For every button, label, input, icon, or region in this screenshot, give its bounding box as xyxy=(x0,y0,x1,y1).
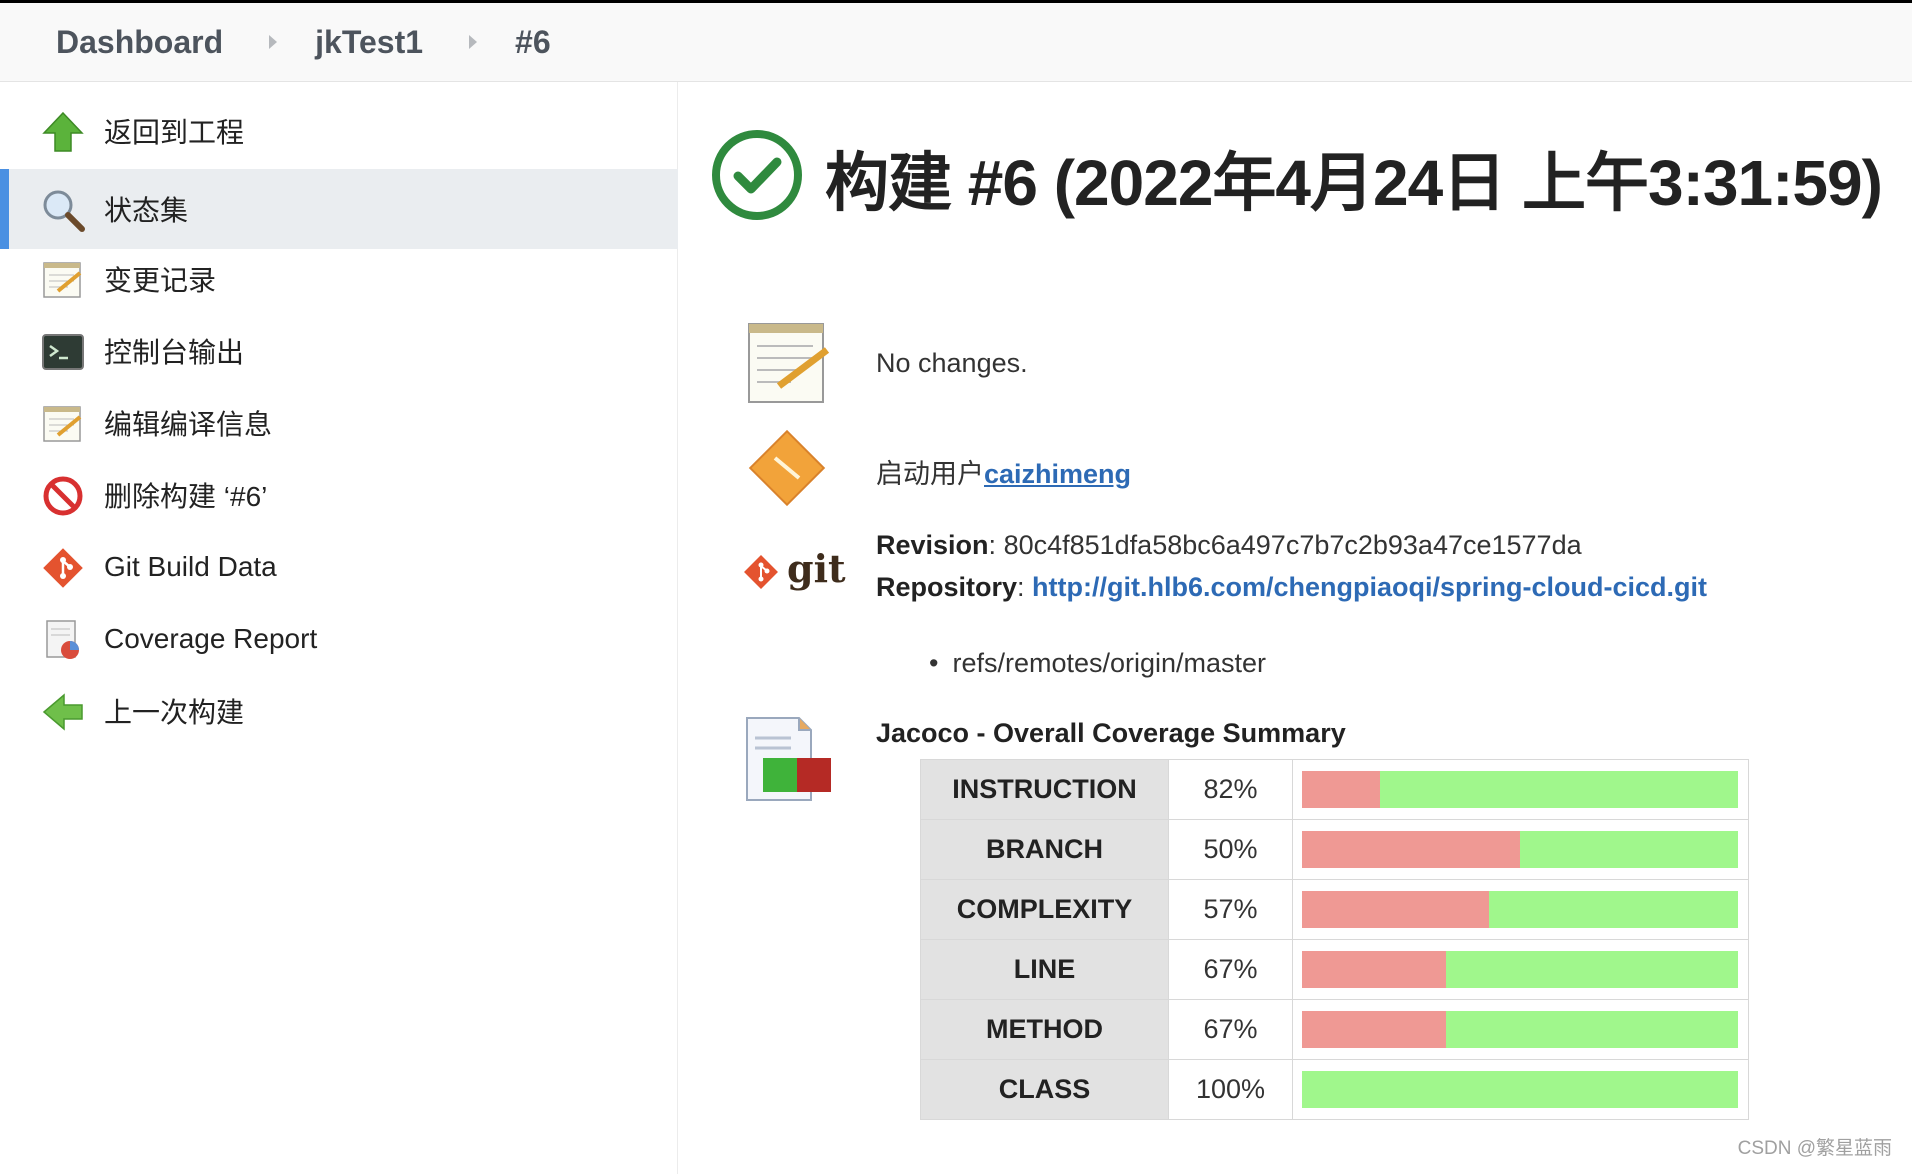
sidebar-item-delete-build[interactable]: 删除构建 ‘#6’ xyxy=(0,455,678,535)
changes-text: No changes. xyxy=(876,348,1028,378)
coverage-row: COMPLEXITY 57% xyxy=(920,879,1749,940)
git-revision: Revision: 80c4f851dfa58bc6a497c7b7c2b93a… xyxy=(876,530,1582,560)
jacoco-title: Jacoco - Overall Coverage Summary xyxy=(876,718,1346,748)
git-icon xyxy=(43,548,83,588)
coverage-bar-cell xyxy=(1292,999,1749,1060)
repository-label: Repository xyxy=(876,572,1018,602)
coverage-metric: COMPLEXITY xyxy=(920,879,1169,940)
coverage-bar xyxy=(1302,891,1738,928)
no-entry-icon xyxy=(43,476,83,516)
sidebar-item-label: 状态集 xyxy=(104,195,189,226)
sidebar-item-console-output[interactable]: 控制台输出 xyxy=(0,311,678,391)
coverage-bar-cell xyxy=(1292,879,1749,940)
left-arrow-icon xyxy=(42,693,83,731)
coverage-percent: 67% xyxy=(1168,939,1293,1000)
coverage-row: METHOD 67% xyxy=(920,999,1749,1060)
coverage-percent: 67% xyxy=(1168,999,1293,1060)
coverage-table: INSTRUCTION 82% BRANCH 50% COMPLEXITY 57% LINE… xyxy=(920,759,1749,1120)
coverage-percent: 82% xyxy=(1168,759,1293,820)
notepad-icon xyxy=(748,323,830,403)
coverage-bar-cell xyxy=(1292,759,1749,820)
breadcrumb-job[interactable]: jkTest1 xyxy=(315,24,423,61)
user-cause-icon xyxy=(748,429,826,507)
sidebar-item-coverage-report[interactable]: Coverage Report xyxy=(0,599,678,679)
sidebar-item-label: 控制台输出 xyxy=(104,337,245,368)
sidebar-item-label: 变更记录 xyxy=(104,265,217,296)
coverage-percent: 57% xyxy=(1168,879,1293,940)
sidebar-item-edit-build-info[interactable]: 编辑编译信息 xyxy=(0,383,678,463)
sidebar-item-status[interactable]: 状态集 xyxy=(0,169,678,249)
sidebar-item-back-to-project[interactable]: 返回到工程 xyxy=(0,91,678,171)
breadcrumb-dashboard[interactable]: Dashboard xyxy=(56,24,223,61)
sidebar: 返回到工程 状态集 变更记录 控制台输出 编辑编译信息 删除构建 ‘#6’ Gi… xyxy=(0,82,678,1174)
breadcrumb-build[interactable]: #6 xyxy=(515,24,551,61)
breadcrumb-separator-icon xyxy=(469,35,478,49)
coverage-metric: METHOD xyxy=(920,999,1169,1060)
coverage-percent: 50% xyxy=(1168,819,1293,880)
coverage-metric: LINE xyxy=(920,939,1169,1000)
coverage-bar-cell xyxy=(1292,1059,1749,1120)
revision-value: 80c4f851dfa58bc6a497c7b7c2b93a47ce1577da xyxy=(1003,530,1582,560)
revision-label: Revision xyxy=(876,530,989,560)
git-logo-text: git xyxy=(787,546,846,591)
git-logo: git xyxy=(741,542,846,602)
branch-list-item: refs/remotes/origin/master xyxy=(929,648,1266,679)
coverage-metric: INSTRUCTION xyxy=(920,759,1169,820)
coverage-bar-missed xyxy=(1302,771,1381,808)
sidebar-item-label: 上一次构建 xyxy=(104,697,245,728)
started-by: 启动用户caizhimeng xyxy=(876,452,1131,491)
build-main: 构建 #6 (2022年4月24日 上午3:31:59) No changes.… xyxy=(679,82,1912,1174)
git-icon xyxy=(744,555,778,589)
coverage-row: BRANCH 50% xyxy=(920,819,1749,880)
repository-link[interactable]: http://git.hlb6.com/chengpiaoqi/spring-c… xyxy=(1032,572,1707,602)
coverage-bar xyxy=(1302,1071,1738,1108)
coverage-bar xyxy=(1302,771,1738,808)
success-check-icon xyxy=(712,130,802,220)
coverage-row: CLASS 100% xyxy=(920,1059,1749,1120)
user-link[interactable]: caizhimeng xyxy=(984,459,1131,489)
sidebar-item-previous-build[interactable]: 上一次构建 xyxy=(0,671,678,751)
coverage-report-icon xyxy=(46,620,79,659)
sidebar-item-label: 返回到工程 xyxy=(104,117,245,148)
git-repository: Repository: http://git.hlb6.com/chengpia… xyxy=(876,572,1708,602)
sidebar-item-changes[interactable]: 变更记录 xyxy=(0,239,678,319)
search-icon xyxy=(43,190,85,232)
notepad-icon xyxy=(43,406,82,442)
coverage-metric: BRANCH xyxy=(920,819,1169,880)
coverage-row: LINE 67% xyxy=(920,939,1749,1000)
coverage-bar-cell xyxy=(1292,819,1749,880)
page-title: 构建 #6 (2022年4月24日 上午3:31:59) xyxy=(825,147,1883,219)
coverage-bar-missed xyxy=(1302,951,1446,988)
coverage-row: INSTRUCTION 82% xyxy=(920,759,1749,820)
coverage-bar-missed xyxy=(1302,891,1490,928)
sidebar-item-label: Coverage Report xyxy=(104,623,318,654)
sidebar-item-label: Git Build Data xyxy=(104,551,277,582)
coverage-bar-missed xyxy=(1302,831,1520,868)
watermark: CSDN @繁星蓝雨 xyxy=(1737,1138,1892,1159)
coverage-bar xyxy=(1302,951,1738,988)
coverage-bar-missed xyxy=(1302,1011,1446,1048)
breadcrumb-separator-icon xyxy=(269,35,278,49)
sidebar-item-label: 删除构建 ‘#6’ xyxy=(104,481,268,512)
coverage-metric: CLASS xyxy=(920,1059,1169,1120)
coverage-bar-cell xyxy=(1292,939,1749,1000)
coverage-percent: 100% xyxy=(1168,1059,1293,1120)
sidebar-item-git-build-data[interactable]: Git Build Data xyxy=(0,527,678,607)
jacoco-coverage-icon xyxy=(746,717,831,801)
terminal-icon xyxy=(42,334,84,370)
breadcrumb: Dashboard jkTest1 #6 xyxy=(0,0,1912,82)
coverage-bar xyxy=(1302,1011,1738,1048)
sidebar-item-label: 编辑编译信息 xyxy=(104,409,273,440)
up-arrow-icon xyxy=(42,111,84,152)
started-by-label: 启动用户 xyxy=(876,459,984,489)
coverage-bar xyxy=(1302,831,1738,868)
notepad-icon xyxy=(43,262,82,298)
